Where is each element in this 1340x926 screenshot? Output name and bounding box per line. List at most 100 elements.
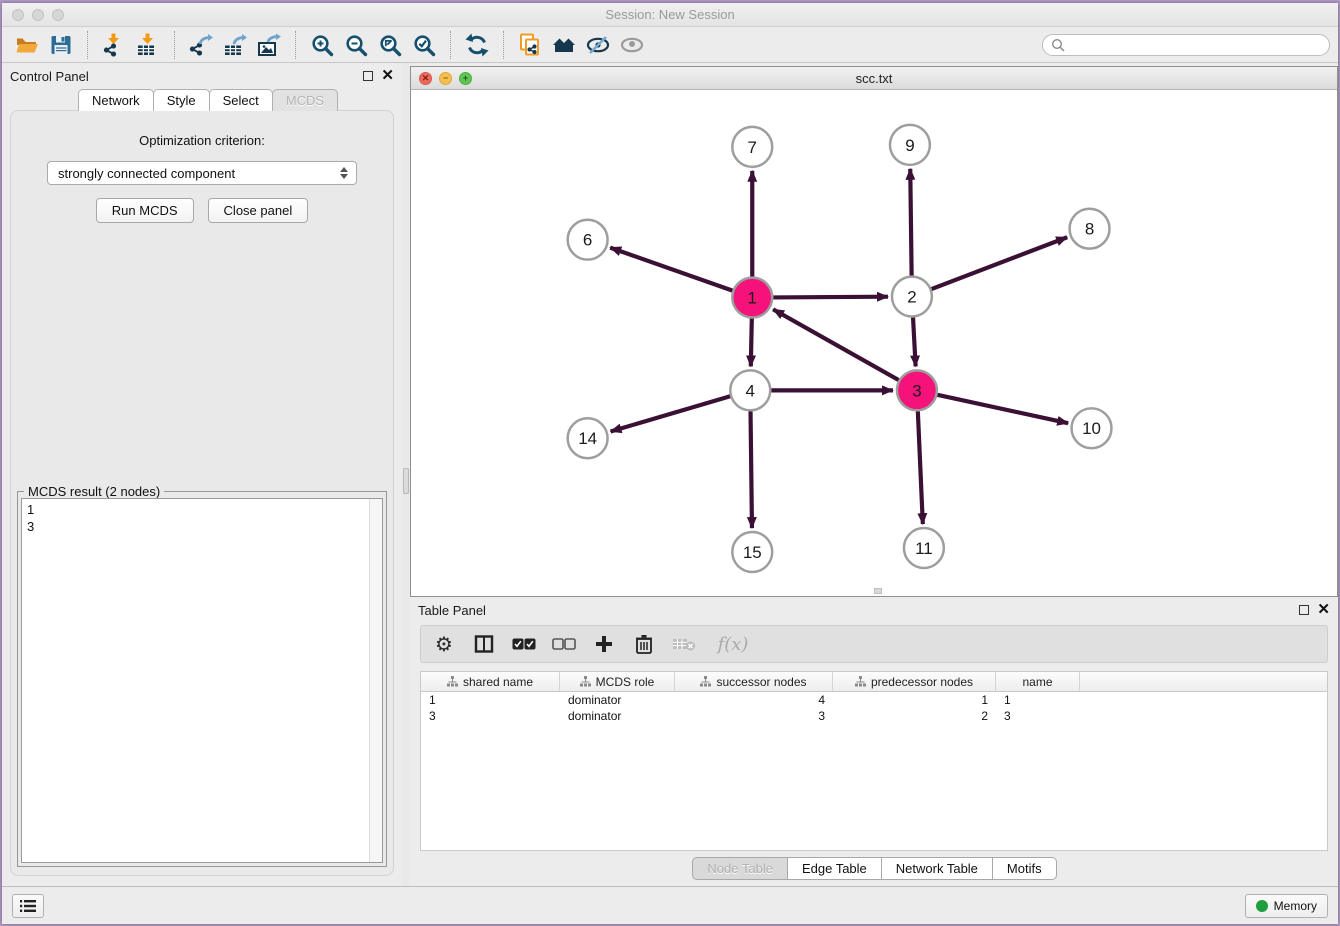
column-header-label: name bbox=[1022, 675, 1052, 689]
new-network-from-selection-button[interactable] bbox=[513, 30, 547, 60]
network-canvas[interactable]: 1234678910111415 bbox=[411, 90, 1337, 596]
tab-select[interactable]: Select bbox=[209, 89, 273, 111]
import-table-button[interactable] bbox=[131, 30, 165, 60]
column-header-name[interactable]: name bbox=[996, 672, 1080, 691]
graph-edge-4-15[interactable] bbox=[751, 411, 752, 528]
toolbar-separator bbox=[503, 31, 504, 59]
table-cell[interactable]: 3 bbox=[421, 709, 560, 723]
column-type-icon bbox=[855, 676, 866, 687]
float-panel-icon[interactable] bbox=[363, 71, 373, 81]
splitter-grip-icon[interactable] bbox=[403, 468, 409, 494]
graph-edge-2-8[interactable] bbox=[931, 237, 1067, 289]
toolbar-separator bbox=[295, 31, 296, 59]
float-table-panel-icon[interactable] bbox=[1299, 605, 1309, 615]
table-cell[interactable]: 1 bbox=[833, 693, 996, 707]
column-header-shared-name[interactable]: shared name bbox=[421, 672, 560, 691]
graph-edge-1-4[interactable] bbox=[751, 319, 752, 367]
export-image-icon bbox=[257, 33, 281, 57]
import-network-button[interactable] bbox=[97, 30, 131, 60]
run-mcds-button[interactable]: Run MCDS bbox=[96, 198, 194, 223]
table-cell[interactable]: 1 bbox=[421, 693, 560, 707]
table-cell[interactable]: 2 bbox=[833, 709, 996, 723]
table-settings-gear-button[interactable]: ⚙ bbox=[431, 631, 457, 657]
graph-edge-4-14[interactable] bbox=[611, 396, 731, 431]
control-panel-tabs: NetworkStyleSelectMCDS bbox=[78, 89, 402, 111]
tab-style[interactable]: Style bbox=[153, 89, 210, 111]
zoom-selected-icon bbox=[412, 33, 436, 57]
tab-network[interactable]: Network bbox=[78, 89, 154, 111]
hide-selected-button[interactable] bbox=[581, 30, 615, 60]
first-neighbors-icon bbox=[552, 33, 576, 57]
close-panel-button[interactable]: Close panel bbox=[208, 198, 309, 223]
tab-mcds[interactable]: MCDS bbox=[272, 89, 338, 111]
table-cell[interactable]: 3 bbox=[996, 709, 1080, 723]
graph-node-label-4: 4 bbox=[746, 381, 755, 400]
column-header-predecessor-nodes[interactable]: predecessor nodes bbox=[833, 672, 996, 691]
search-box[interactable] bbox=[1042, 34, 1330, 56]
panel-splitter[interactable] bbox=[402, 63, 410, 886]
table-row[interactable]: 3dominator323 bbox=[421, 708, 1327, 724]
close-table-panel-icon[interactable]: ✕ bbox=[1317, 605, 1330, 615]
tab-edge-table[interactable]: Edge Table bbox=[787, 857, 882, 880]
select-all-rows-button[interactable] bbox=[511, 631, 537, 657]
delete-column-button[interactable] bbox=[631, 631, 657, 657]
criterion-dropdown-value: strongly connected component bbox=[58, 166, 336, 181]
first-neighbors-button[interactable] bbox=[547, 30, 581, 60]
table-cell[interactable]: 4 bbox=[675, 693, 833, 707]
network-view-window: ✕ − + scc.txt 1234678910111415 bbox=[410, 66, 1338, 597]
export-image-button[interactable] bbox=[252, 30, 286, 60]
control-panel-title: Control Panel bbox=[10, 69, 89, 84]
export-network-button[interactable] bbox=[184, 30, 218, 60]
show-column-panel-button[interactable] bbox=[471, 631, 497, 657]
mcds-result-text[interactable]: 13 bbox=[22, 499, 369, 862]
column-header-successor-nodes[interactable]: successor nodes bbox=[675, 672, 833, 691]
tab-motifs[interactable]: Motifs bbox=[992, 857, 1057, 880]
graph-edge-3-1[interactable] bbox=[773, 309, 899, 380]
search-input[interactable] bbox=[1070, 38, 1321, 52]
graph-edge-1-2[interactable] bbox=[773, 297, 888, 298]
table-cell[interactable]: dominator bbox=[560, 693, 675, 707]
show-hidden-button[interactable] bbox=[615, 30, 649, 60]
table-panel-header: Table Panel ✕ bbox=[410, 597, 1338, 623]
deselect-all-rows-button[interactable] bbox=[551, 631, 577, 657]
delete-table-icon bbox=[672, 636, 696, 652]
task-history-button[interactable] bbox=[12, 894, 44, 918]
graph-edge-3-10[interactable] bbox=[937, 395, 1068, 423]
result-scrollbar[interactable] bbox=[369, 499, 382, 862]
window-titlebar: Session: New Session bbox=[2, 3, 1338, 27]
table-panel-title: Table Panel bbox=[418, 603, 486, 618]
canvas-resize-handle[interactable] bbox=[874, 588, 882, 594]
table-cell[interactable]: 3 bbox=[675, 709, 833, 723]
export-table-button[interactable] bbox=[218, 30, 252, 60]
zoom-out-button[interactable] bbox=[339, 30, 373, 60]
graph-edge-2-3[interactable] bbox=[913, 317, 916, 366]
open-session-button[interactable] bbox=[10, 30, 44, 60]
criterion-dropdown[interactable]: strongly connected component bbox=[47, 161, 357, 185]
create-column-button[interactable] bbox=[591, 631, 617, 657]
export-network-icon bbox=[189, 33, 213, 57]
memory-button[interactable]: Memory bbox=[1245, 894, 1328, 918]
tab-network-table[interactable]: Network Table bbox=[881, 857, 993, 880]
zoom-fit-button[interactable] bbox=[373, 30, 407, 60]
graph-node-label-9: 9 bbox=[905, 136, 914, 155]
function-builder-button[interactable]: f(x) bbox=[711, 631, 755, 657]
table-cell[interactable]: 1 bbox=[996, 693, 1080, 707]
plus-icon bbox=[594, 634, 614, 654]
save-session-button[interactable] bbox=[44, 30, 78, 60]
table-row[interactable]: 1dominator411 bbox=[421, 692, 1327, 708]
tab-node-table[interactable]: Node Table bbox=[692, 857, 788, 880]
apply-layout-button[interactable] bbox=[460, 30, 494, 60]
mcds-tab-content: Optimization criterion: strongly connect… bbox=[10, 110, 394, 876]
network-window-titlebar: ✕ − + scc.txt bbox=[411, 67, 1337, 90]
graph-edge-1-6[interactable] bbox=[610, 248, 732, 291]
graph-node-label-10: 10 bbox=[1082, 419, 1101, 438]
table-cell[interactable]: dominator bbox=[560, 709, 675, 723]
close-panel-icon[interactable]: ✕ bbox=[381, 71, 394, 81]
hide-selected-icon bbox=[586, 33, 610, 57]
graph-edge-3-11[interactable] bbox=[918, 411, 923, 524]
zoom-in-button[interactable] bbox=[305, 30, 339, 60]
graph-edge-2-9[interactable] bbox=[910, 169, 911, 276]
zoom-selected-button[interactable] bbox=[407, 30, 441, 60]
delete-table-button[interactable] bbox=[671, 631, 697, 657]
column-header-MCDS-role[interactable]: MCDS role bbox=[560, 672, 675, 691]
